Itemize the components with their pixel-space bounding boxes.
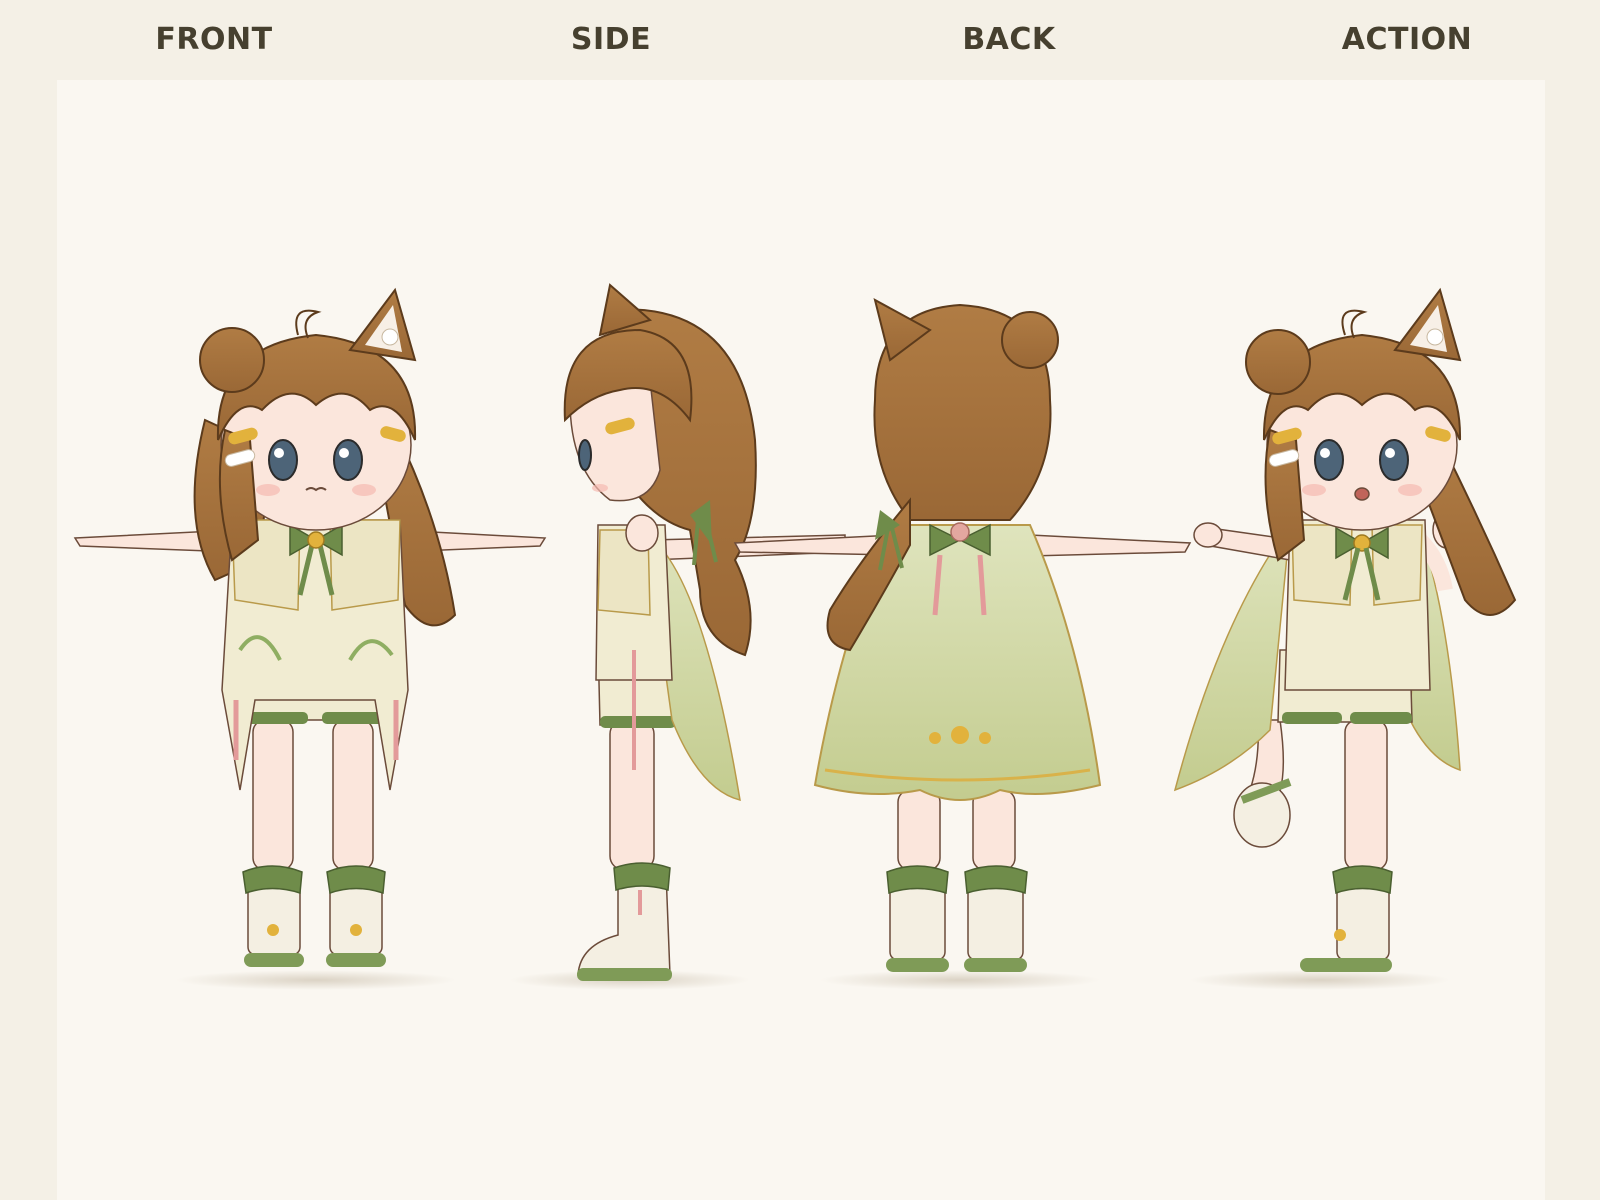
action-view-character (1173, 287, 1517, 990)
back-view-character (733, 298, 1192, 990)
character-illustrations (73, 283, 1517, 990)
side-view-character (510, 283, 846, 990)
turnaround-sheet: FRONT SIDE BACK ACTION (0, 0, 1600, 1200)
front-view-character (73, 287, 547, 990)
